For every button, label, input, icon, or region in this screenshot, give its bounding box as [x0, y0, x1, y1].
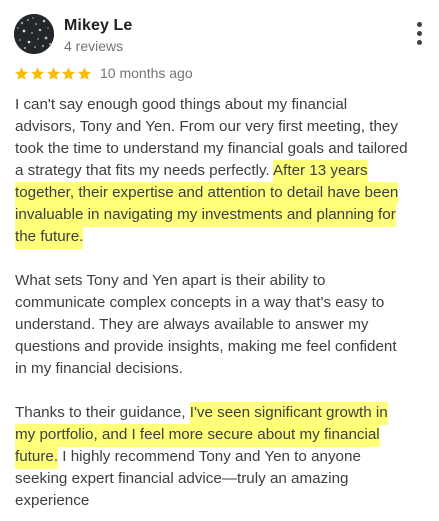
review-text-segment: Thanks to their guidance, [15, 404, 190, 421]
highlighted-text: After 13 years [273, 160, 368, 183]
highlighted-text: future. [15, 446, 59, 469]
review-line: my portfolio, and I feel more secure abo… [15, 424, 425, 447]
star-icon [14, 63, 29, 83]
review-line: seeking expert financial advice—truly an… [15, 470, 349, 487]
review-text-segment: I highly recommend Tony and Yen to anyon… [58, 448, 361, 465]
review-line: What sets Tony and Yen apart is their ab… [15, 272, 326, 289]
highlighted-text: together, their expertise and attention … [15, 182, 399, 205]
review-card: Mikey Le 4 reviews 10 months ago I can't… [0, 0, 439, 521]
rating-row: 10 months ago [14, 63, 314, 85]
review-line: I can't say enough good things about my … [15, 96, 348, 113]
review-header: Mikey Le 4 reviews [14, 14, 424, 58]
highlighted-text: my portfolio, and I feel more secure abo… [15, 424, 380, 447]
review-line: took the time to understand my financial… [15, 140, 408, 157]
star-icon [77, 63, 92, 83]
review-line: advisors, Tony and Yen. From our very fi… [15, 118, 398, 135]
review-time: 10 months ago [100, 65, 193, 81]
review-line: the future. [15, 226, 425, 249]
star-icon [30, 63, 45, 83]
star-icon [61, 63, 76, 83]
more-dot-icon [417, 22, 422, 27]
review-line: in my financial decisions. [15, 360, 183, 377]
review-line: Thanks to their guidance, I've seen sign… [15, 402, 425, 425]
more-options-button[interactable] [412, 20, 428, 48]
review-text-segment: a strategy that fits my needs perfectly. [15, 162, 274, 179]
star-icon [46, 63, 61, 83]
review-line: understand. They are always available to… [15, 316, 369, 333]
review-text: I can't say enough good things about my … [15, 94, 425, 512]
review-line: a strategy that fits my needs perfectly.… [15, 160, 425, 183]
review-line: future. I highly recommend Tony and Yen … [15, 446, 425, 469]
avatar[interactable] [14, 14, 54, 54]
more-dot-icon [417, 40, 422, 45]
star-rating [14, 63, 93, 83]
review-line: questions and provide insights, making m… [15, 338, 397, 355]
reviewer-name[interactable]: Mikey Le [64, 17, 132, 35]
more-dot-icon [417, 31, 422, 36]
highlighted-text: I've seen significant growth in [189, 402, 388, 425]
highlighted-text: invaluable in navigating my investments … [15, 204, 396, 227]
review-line: together, their expertise and attention … [15, 182, 425, 205]
review-line: invaluable in navigating my investments … [15, 204, 425, 227]
reviewer-review-count: 4 reviews [64, 38, 124, 54]
highlighted-text: the future. [15, 226, 84, 249]
review-line: communicate complex concepts in a way th… [15, 294, 385, 311]
review-line: experience [15, 492, 90, 509]
